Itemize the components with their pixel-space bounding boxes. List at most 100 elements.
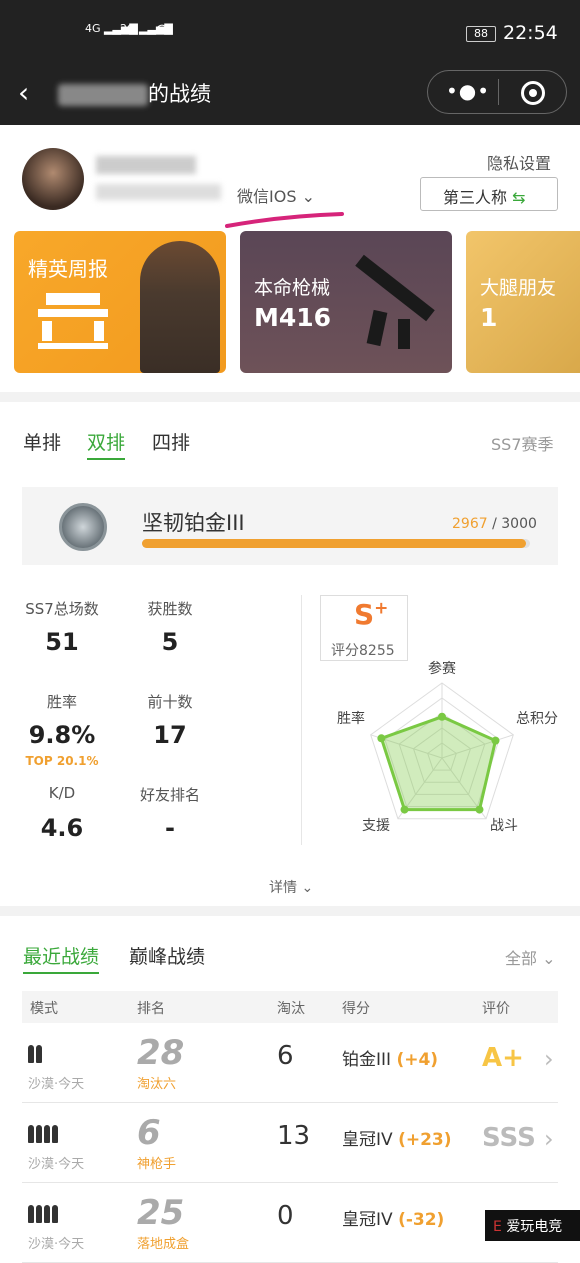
chevron-down-icon: ⌄ <box>542 949 556 968</box>
radar-point <box>400 805 409 814</box>
row-grade: SSS <box>482 1123 536 1153</box>
row-rank: 28 <box>137 1033 185 1073</box>
tab-squad[interactable]: 四排 <box>152 428 190 455</box>
details-link[interactable]: 详情 ⌄ <box>269 877 313 897</box>
stat-total-label: SS7总场数 <box>25 600 99 618</box>
stat-winrate-label: 胜率 <box>46 693 77 711</box>
stat-winrate-value: 9.8% <box>28 721 96 749</box>
stat-wins-label: 获胜数 <box>147 600 193 618</box>
target-icon[interactable] <box>521 81 545 105</box>
row-kills: 13 <box>277 1121 311 1151</box>
rank-panel: 坚韧铂金III 2967 / 3000 <box>22 487 558 565</box>
stat-top10-label: 前十数 <box>147 693 193 711</box>
back-icon[interactable]: ‹ <box>18 76 29 109</box>
header-rank: 排名 <box>137 1001 165 1017</box>
rifle-icon <box>355 254 435 349</box>
stat-total-value: 51 <box>45 628 79 656</box>
nav-bar: ‹ 的战绩 •●• <box>0 64 580 125</box>
header-kills: 淘汰 <box>277 1001 305 1017</box>
chevron-down-icon: ⌄ <box>301 187 315 206</box>
capsule-menu: •●• <box>427 70 567 114</box>
card-value: M416 <box>254 303 332 332</box>
tab-recent-matches[interactable]: 最近战绩 <box>23 942 100 974</box>
table-row[interactable]: 沙漠·今天 28 淘汰六 6 铂金III (+4) A+ › <box>22 1023 558 1103</box>
rank-name: 坚韧铂金III <box>142 511 245 535</box>
radar-point <box>438 712 446 721</box>
watermark-logo: E 爱玩电竞 <box>485 1210 580 1241</box>
radar-label-winrate: 胜率 <box>337 711 365 727</box>
table-row[interactable]: 沙漠·今天 6 神枪手 13 皇冠IV (+23) SSS › <box>22 1103 558 1183</box>
stat-kd-value: 4.6 <box>40 814 84 842</box>
character-figure <box>140 241 220 373</box>
radar-label-support: 支援 <box>362 818 390 834</box>
stat-friend-rank-value: - <box>165 814 175 842</box>
section-divider <box>0 906 580 916</box>
row-mode: 沙漠·今天 <box>28 1077 85 1092</box>
row-rank-label: 落地成盒 <box>137 1237 190 1252</box>
blurred-id <box>96 184 221 200</box>
row-mode: 沙漠·今天 <box>28 1157 85 1172</box>
tab-duo[interactable]: 双排 <box>87 428 126 460</box>
pink-underline <box>225 212 344 228</box>
tab-peak-matches[interactable]: 巅峰战绩 <box>129 942 205 969</box>
chevron-right-icon[interactable]: › <box>544 1125 554 1153</box>
row-rank-label: 神枪手 <box>137 1157 177 1172</box>
radar-label-total-score: 总积分 <box>516 711 558 727</box>
season-label[interactable]: SS7赛季 <box>491 431 554 455</box>
platform-label[interactable]: 微信IOS ⌄ <box>237 183 315 207</box>
stat-friend-rank-label: 好友排名 <box>139 786 200 804</box>
radar-value-shape <box>379 715 498 812</box>
row-rank: 6 <box>137 1113 161 1153</box>
stat-wins-value: 5 <box>161 628 179 656</box>
row-rank-label: 淘汰六 <box>137 1077 177 1092</box>
clock: 22:54 <box>503 22 558 44</box>
page-title: 的战绩 <box>148 82 211 106</box>
blurred-name <box>58 84 148 106</box>
row-grade: A+ <box>482 1043 524 1073</box>
card-title: 大腿朋友 <box>480 277 557 299</box>
rank-badge-icon <box>59 503 107 551</box>
team-size-icon <box>28 1205 60 1227</box>
chevron-right-icon[interactable]: › <box>544 1045 554 1073</box>
card-main-weapon[interactable]: 本命枪械 M416 <box>240 231 452 373</box>
view-mode-button[interactable]: 第三人称 ⇆ <box>420 177 558 211</box>
stat-kd-label: K/D <box>48 784 76 802</box>
table-row[interactable]: 沙漠·今天25落地成盒0皇冠IV (-32)› <box>22 1183 558 1263</box>
chevron-down-icon: ⌄ <box>301 880 314 896</box>
radar-label-combat: 战斗 <box>490 818 518 834</box>
row-kills: 0 <box>277 1201 294 1231</box>
radar-point <box>491 736 500 745</box>
battery-icon: 88 <box>466 26 496 42</box>
more-dots-icon[interactable]: •●• <box>446 79 490 103</box>
blurred-username <box>96 156 196 174</box>
rank-points: 2967 / 3000 <box>452 516 537 532</box>
card-elite-weekly[interactable]: 精英周报 <box>14 231 226 373</box>
filter-dropdown[interactable]: 全部 ⌄ <box>505 945 556 969</box>
radar-point <box>475 805 484 814</box>
row-tier: 皇冠IV (-32) <box>342 1210 445 1230</box>
table-header: 模式 排名 淘汰 得分 评价 <box>22 991 558 1023</box>
card-title: 精英周报 <box>28 257 108 281</box>
stat-top10-value: 17 <box>153 721 187 749</box>
card-value: 1 <box>480 303 498 332</box>
row-mode: 沙漠·今天 <box>28 1237 85 1252</box>
radar-point <box>377 734 386 743</box>
privacy-settings-link[interactable]: 隐私设置 <box>487 150 551 174</box>
row-tier: 铂金III (+4) <box>342 1050 439 1070</box>
swap-icon: ⇆ <box>512 188 526 207</box>
row-kills: 6 <box>277 1041 294 1071</box>
tab-solo[interactable]: 单排 <box>23 428 61 455</box>
header-mode: 模式 <box>30 1001 58 1017</box>
team-size-icon <box>28 1125 60 1147</box>
card-carry-friend[interactable]: 大腿朋友 1 <box>466 231 580 373</box>
avatar[interactable] <box>22 148 84 210</box>
rank-progress-bar <box>142 539 530 548</box>
status-bar: 4G ▂▃▅▇ 2G ▂▃▅▇ ◠ 88 22:54 <box>0 0 580 64</box>
header-score: 得分 <box>342 1001 370 1017</box>
header-grade: 评价 <box>482 1001 510 1017</box>
row-rank: 25 <box>137 1193 185 1233</box>
section-divider <box>0 392 580 402</box>
score-grade: S+ <box>354 598 389 631</box>
building-icon <box>38 293 108 349</box>
team-size-icon <box>28 1045 44 1067</box>
